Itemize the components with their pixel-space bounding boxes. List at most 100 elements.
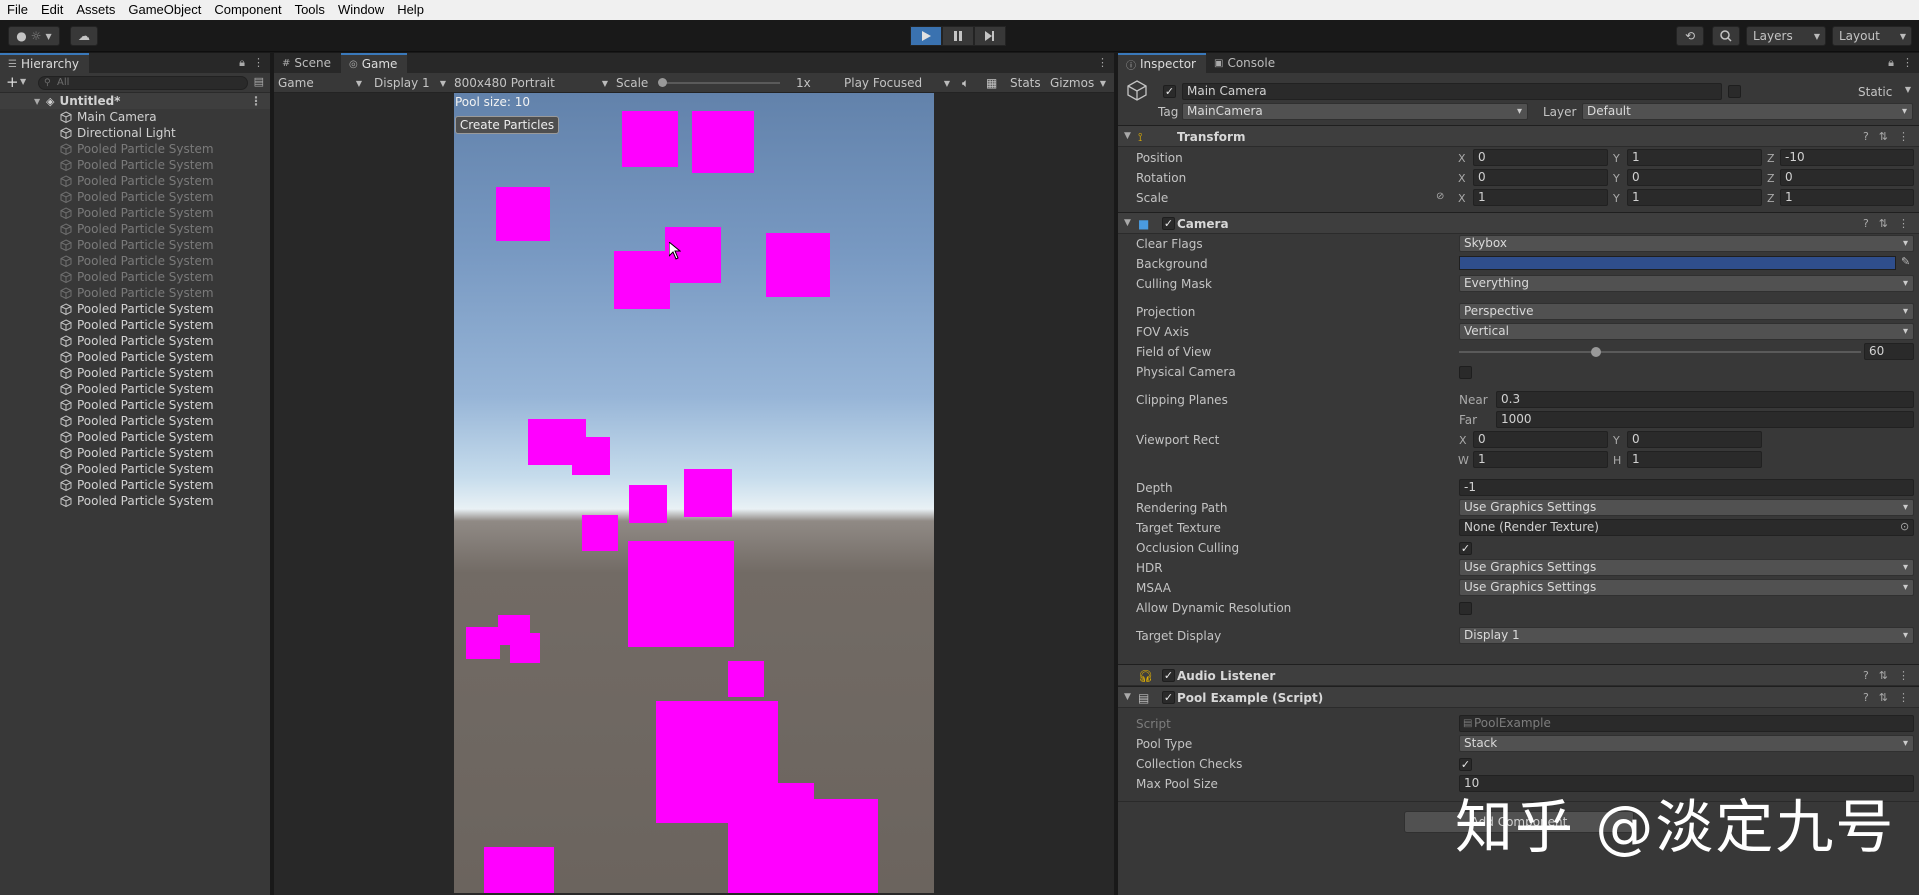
- gizmos-dropdown[interactable]: Gizmos ▼: [1050, 75, 1110, 91]
- grid-toggle-button[interactable]: ▦: [986, 75, 1002, 91]
- viewport-h-field[interactable]: 1: [1627, 451, 1762, 468]
- target-display-dropdown[interactable]: Display 1: [1459, 627, 1914, 644]
- rotation-y-field[interactable]: 0: [1627, 169, 1762, 186]
- kebab-menu-icon[interactable]: ⋮: [1898, 691, 1909, 704]
- rendering-path-dropdown[interactable]: Use Graphics Settings: [1459, 499, 1914, 516]
- hierarchy-item[interactable]: Pooled Particle System: [0, 349, 270, 365]
- kebab-menu-icon[interactable]: ⋮: [1902, 56, 1913, 70]
- culling-mask-dropdown[interactable]: Everything: [1459, 275, 1914, 292]
- presets-icon[interactable]: ⇅: [1879, 669, 1888, 682]
- menu-tools[interactable]: Tools: [288, 0, 331, 20]
- hierarchy-item[interactable]: Pooled Particle System: [0, 301, 270, 317]
- dynamic-resolution-checkbox[interactable]: [1459, 602, 1472, 615]
- help-icon[interactable]: ?: [1863, 669, 1869, 682]
- lock-icon[interactable]: 🔒︎: [1888, 56, 1894, 70]
- pool-example-component-header[interactable]: ▼ ▤ ✓ Pool Example (Script) ? ⇅ ⋮: [1118, 686, 1919, 708]
- filter-icon[interactable]: ▤: [254, 75, 264, 88]
- rotation-x-field[interactable]: 0: [1473, 169, 1608, 186]
- fov-field[interactable]: 60: [1864, 343, 1914, 360]
- hierarchy-item[interactable]: Pooled Particle System: [0, 253, 270, 269]
- help-icon[interactable]: ?: [1863, 217, 1869, 230]
- play-focused-dropdown[interactable]: Play Focused ▼: [844, 75, 954, 91]
- game-render-canvas[interactable]: Pool size: 10 Create Particles: [454, 93, 934, 893]
- viewport-x-field[interactable]: 0: [1473, 431, 1608, 448]
- hierarchy-item[interactable]: Pooled Particle System: [0, 221, 270, 237]
- hierarchy-search-input[interactable]: ⚲ All: [38, 76, 248, 90]
- scale-handle[interactable]: [658, 78, 667, 87]
- pool-type-dropdown[interactable]: Stack: [1459, 735, 1914, 752]
- kebab-menu-icon[interactable]: ⋮: [1898, 130, 1909, 143]
- hierarchy-item[interactable]: Pooled Particle System: [0, 269, 270, 285]
- hierarchy-item[interactable]: Pooled Particle System: [0, 461, 270, 477]
- position-x-field[interactable]: 0: [1473, 149, 1608, 166]
- foldout-icon[interactable]: ▼: [1124, 131, 1131, 141]
- scale-z-field[interactable]: 1: [1780, 189, 1914, 206]
- camera-enabled-checkbox[interactable]: ✓: [1162, 217, 1175, 230]
- object-active-checkbox[interactable]: ✓: [1163, 85, 1176, 98]
- hierarchy-item[interactable]: Pooled Particle System: [0, 141, 270, 157]
- hierarchy-item[interactable]: Pooled Particle System: [0, 397, 270, 413]
- menu-assets[interactable]: Assets: [69, 0, 121, 20]
- presets-icon[interactable]: ⇅: [1879, 691, 1888, 704]
- hierarchy-item[interactable]: Pooled Particle System: [0, 333, 270, 349]
- far-field[interactable]: 1000: [1496, 411, 1914, 428]
- viewport-w-field[interactable]: 1: [1473, 451, 1608, 468]
- scale-y-field[interactable]: 1: [1627, 189, 1762, 206]
- hierarchy-item[interactable]: Pooled Particle System: [0, 381, 270, 397]
- tab-console[interactable]: ▣ Console: [1206, 53, 1285, 73]
- camera-component-header[interactable]: ▼ ■ ✓ Camera ? ⇅ ⋮: [1118, 212, 1919, 234]
- chevron-down-icon[interactable]: ▼: [20, 77, 26, 86]
- menu-edit[interactable]: Edit: [34, 0, 69, 20]
- kebab-menu-icon[interactable]: ⋮: [250, 94, 262, 108]
- hierarchy-item[interactable]: Pooled Particle System: [0, 445, 270, 461]
- hierarchy-item[interactable]: Pooled Particle System: [0, 205, 270, 221]
- physical-camera-checkbox[interactable]: [1459, 366, 1472, 379]
- audio-listener-enabled-checkbox[interactable]: ✓: [1162, 669, 1175, 682]
- hierarchy-item[interactable]: Pooled Particle System: [0, 493, 270, 509]
- account-button[interactable]: ● ☼ ▼: [8, 26, 60, 46]
- hierarchy-item[interactable]: Pooled Particle System: [0, 365, 270, 381]
- help-icon[interactable]: ?: [1863, 691, 1869, 704]
- pause-button[interactable]: [942, 26, 974, 46]
- presets-icon[interactable]: ⇅: [1879, 217, 1888, 230]
- fov-slider-handle[interactable]: [1591, 347, 1601, 357]
- object-name-field[interactable]: Main Camera: [1182, 83, 1722, 100]
- occlusion-culling-checkbox[interactable]: ✓: [1459, 542, 1472, 555]
- near-field[interactable]: 0.3: [1496, 391, 1914, 408]
- fov-slider-track[interactable]: [1459, 351, 1861, 353]
- target-texture-field[interactable]: None (Render Texture): [1459, 519, 1914, 536]
- hierarchy-item[interactable]: Pooled Particle System: [0, 317, 270, 333]
- hdr-dropdown[interactable]: Use Graphics Settings: [1459, 559, 1914, 576]
- link-icon[interactable]: ⊘: [1436, 191, 1444, 202]
- create-particles-button[interactable]: Create Particles: [455, 116, 559, 134]
- kebab-menu-icon[interactable]: ⋮: [1898, 669, 1909, 682]
- menu-file[interactable]: File: [0, 0, 34, 20]
- chevron-down-icon[interactable]: ▼: [1905, 85, 1911, 94]
- tab-inspector[interactable]: ⓘ Inspector: [1118, 53, 1206, 73]
- fov-axis-dropdown[interactable]: Vertical: [1459, 323, 1914, 340]
- viewport-y-field[interactable]: 0: [1627, 431, 1762, 448]
- audio-mute-button[interactable]: 🔈︎: [962, 75, 978, 91]
- lock-icon[interactable]: 🔒︎: [239, 56, 245, 70]
- msaa-dropdown[interactable]: Use Graphics Settings: [1459, 579, 1914, 596]
- kebab-menu-icon[interactable]: ⋮: [1898, 217, 1909, 230]
- search-button[interactable]: [1712, 26, 1740, 46]
- hierarchy-item[interactable]: Pooled Particle System: [0, 413, 270, 429]
- tag-dropdown[interactable]: MainCamera: [1182, 103, 1528, 120]
- tab-hierarchy[interactable]: ☰ Hierarchy: [0, 53, 89, 73]
- play-button[interactable]: [910, 26, 942, 46]
- projection-dropdown[interactable]: Perspective: [1459, 303, 1914, 320]
- scale-x-field[interactable]: 1: [1473, 189, 1608, 206]
- hierarchy-item[interactable]: Pooled Particle System: [0, 429, 270, 445]
- add-icon[interactable]: +: [6, 73, 19, 91]
- hierarchy-item[interactable]: Pooled Particle System: [0, 237, 270, 253]
- help-icon[interactable]: ?: [1863, 130, 1869, 143]
- layers-dropdown[interactable]: Layers ▼: [1746, 26, 1826, 46]
- layer-dropdown[interactable]: Default: [1582, 103, 1913, 120]
- position-y-field[interactable]: 1: [1627, 149, 1762, 166]
- scale-slider[interactable]: Scale 1x: [616, 75, 816, 91]
- clear-flags-dropdown[interactable]: Skybox: [1459, 235, 1914, 252]
- hierarchy-item[interactable]: Pooled Particle System: [0, 173, 270, 189]
- pool-example-enabled-checkbox[interactable]: ✓: [1162, 691, 1175, 704]
- foldout-icon[interactable]: ▼: [1124, 692, 1131, 702]
